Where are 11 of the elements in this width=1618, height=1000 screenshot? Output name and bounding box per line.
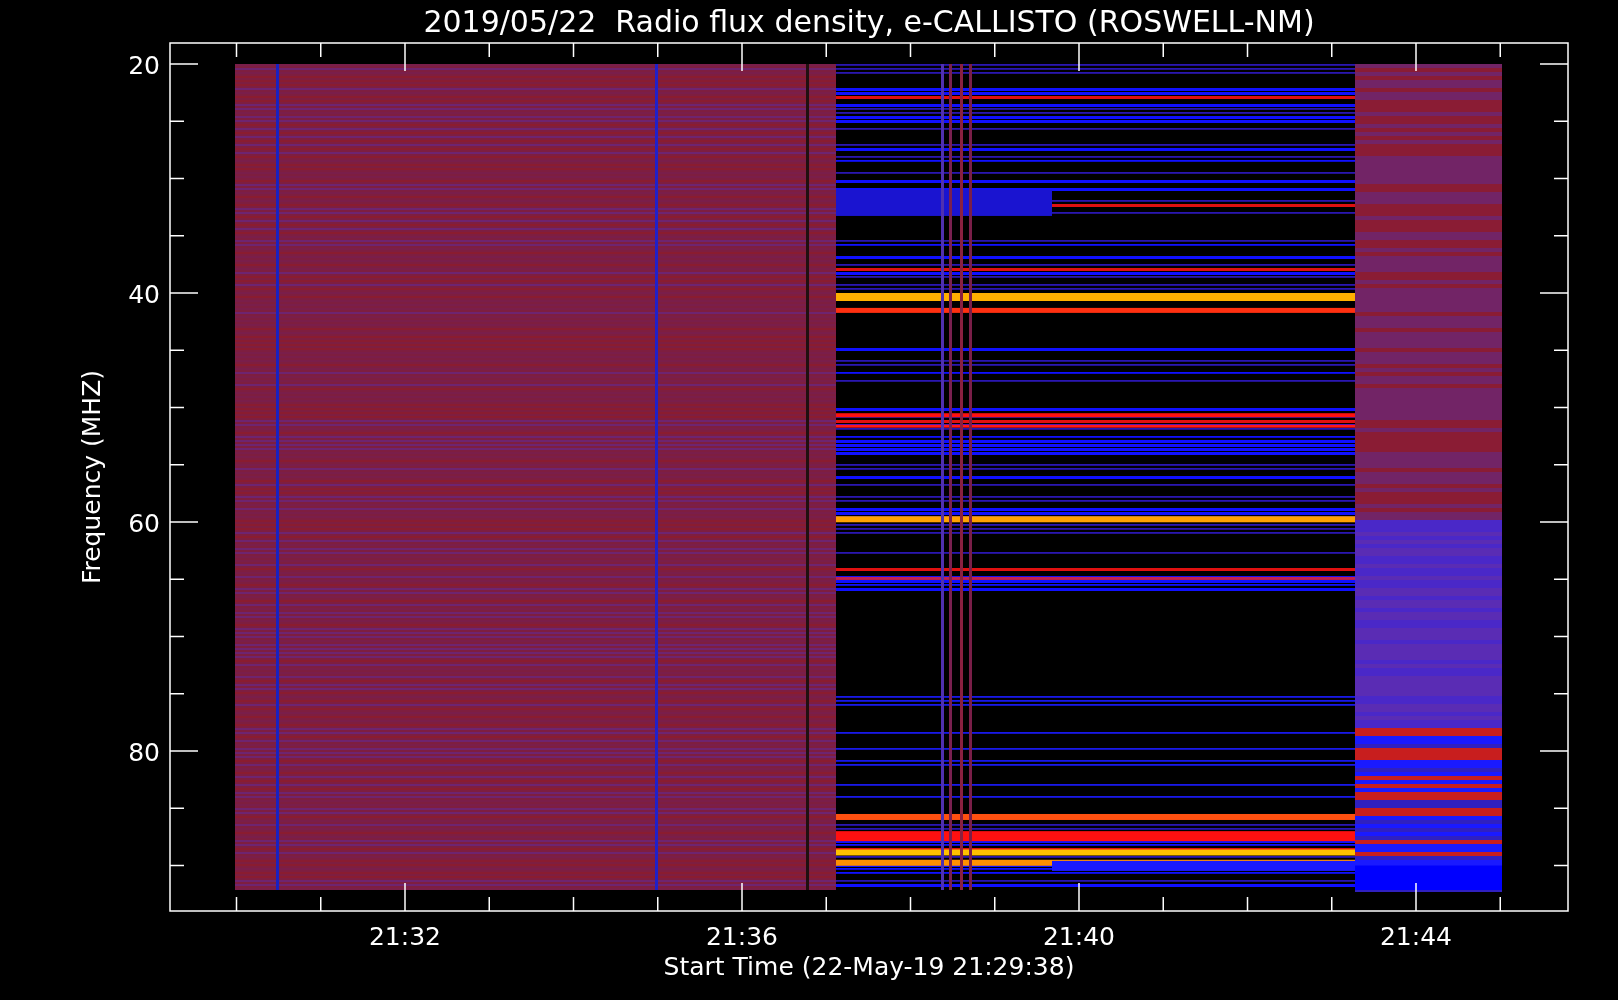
x-tick-label: 21:44 [1380,922,1452,951]
y-tick-label: 20 [128,51,160,80]
y-axis-label: Frequency (MHZ) [77,369,106,585]
y-tick-label: 80 [128,738,160,767]
chart-title: 2019/05/22 Radio flux density, e-CALLISTO (ROSWELL-NM) [423,4,1315,39]
y-tick-label: 60 [128,509,160,538]
x-axis-label: Start Time (22-May-19 21:29:38) [663,952,1075,981]
x-tick-label: 21:40 [1043,922,1115,951]
y-tick-label: 40 [128,280,160,309]
x-tick-label: 21:36 [706,922,778,951]
x-tick-label: 21:32 [369,922,441,951]
